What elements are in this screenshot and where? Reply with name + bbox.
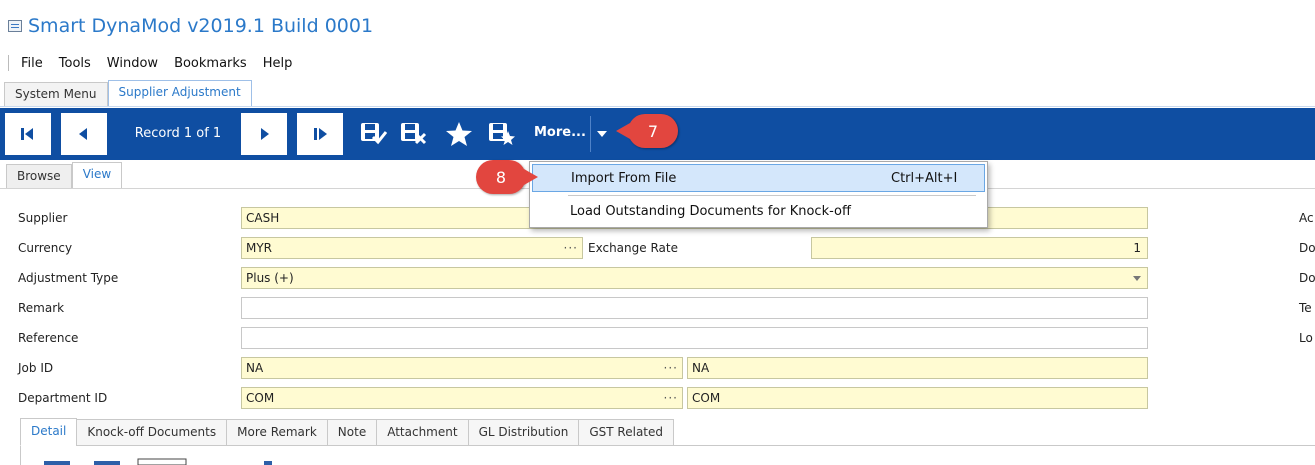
tab-browse[interactable]: Browse bbox=[6, 164, 72, 188]
right-label-te: Te bbox=[1299, 301, 1312, 315]
previous-record-icon bbox=[79, 128, 87, 140]
main-tab-divider bbox=[0, 106, 1315, 107]
more-button[interactable]: More... bbox=[534, 125, 586, 140]
detail-tabs: Detail Knock-off Documents More Remark N… bbox=[20, 418, 675, 446]
callout-step-7: 7 bbox=[616, 114, 678, 148]
tab-note[interactable]: Note bbox=[326, 419, 378, 446]
department-id-field[interactable]: COM ··· bbox=[241, 387, 683, 409]
tab-more-remark[interactable]: More Remark bbox=[226, 419, 328, 446]
more-dropdown-button[interactable] bbox=[590, 116, 612, 152]
load-outstanding-documents-label: Load Outstanding Documents for Knock-off bbox=[570, 204, 851, 219]
job-id-lookup-button[interactable]: ··· bbox=[664, 358, 678, 378]
menu-file[interactable]: File bbox=[21, 56, 43, 71]
department-id-label: Department ID bbox=[18, 391, 108, 405]
tab-attachment[interactable]: Attachment bbox=[376, 419, 469, 446]
previous-record-button[interactable] bbox=[60, 112, 108, 156]
remark-label: Remark bbox=[18, 301, 65, 315]
app-window: Smart DynaMod v2019.1 Build 0001 File To… bbox=[0, 0, 1315, 465]
exchange-rate-field[interactable]: 1 bbox=[811, 237, 1148, 259]
currency-field[interactable]: MYR ··· bbox=[241, 237, 583, 259]
first-record-icon bbox=[21, 128, 33, 140]
import-from-file-label: Import From File bbox=[571, 171, 677, 186]
department-id-lookup-button[interactable]: ··· bbox=[664, 388, 678, 408]
bookmark-button[interactable] bbox=[444, 120, 474, 148]
view-tabs: Browse View bbox=[6, 162, 123, 188]
reference-field[interactable] bbox=[241, 327, 1148, 349]
right-label-lo: Lo bbox=[1299, 331, 1313, 345]
supplier-value: CASH bbox=[246, 211, 280, 225]
last-record-button[interactable] bbox=[296, 112, 344, 156]
menu-window[interactable]: Window bbox=[107, 56, 158, 71]
job-id-field[interactable]: NA ··· bbox=[241, 357, 683, 379]
bookmark-save-icon bbox=[489, 123, 515, 145]
reference-label: Reference bbox=[18, 331, 79, 345]
tab-gst-related[interactable]: GST Related bbox=[578, 419, 675, 446]
record-indicator: Record 1 of 1 bbox=[134, 126, 222, 141]
job-id-label: Job ID bbox=[18, 361, 54, 375]
exchange-rate-value: 1 bbox=[1133, 241, 1141, 255]
menu-help[interactable]: Help bbox=[263, 56, 293, 71]
tab-system-menu[interactable]: System Menu bbox=[4, 82, 108, 106]
adjustment-type-select[interactable]: Plus (+) bbox=[241, 267, 1148, 289]
job-id-value: NA bbox=[246, 361, 264, 375]
remark-field[interactable] bbox=[241, 297, 1148, 319]
save-icon bbox=[361, 123, 387, 145]
bookmark-save-button[interactable] bbox=[486, 120, 516, 148]
department-id-description: COM bbox=[692, 391, 721, 405]
adjustment-type-value: Plus (+) bbox=[246, 271, 294, 285]
first-record-button[interactable] bbox=[4, 112, 52, 156]
adjustment-type-label: Adjustment Type bbox=[18, 271, 119, 285]
job-id-description-field[interactable]: NA bbox=[687, 357, 1148, 379]
next-record-button[interactable] bbox=[240, 112, 288, 156]
department-id-value: COM bbox=[246, 391, 275, 405]
menu-separator bbox=[568, 195, 976, 196]
menu-tools[interactable]: Tools bbox=[59, 56, 91, 71]
currency-value: MYR bbox=[246, 241, 273, 255]
window-title: Smart DynaMod v2019.1 Build 0001 bbox=[28, 15, 374, 37]
exchange-rate-label: Exchange Rate bbox=[588, 241, 678, 255]
supplier-label: Supplier bbox=[18, 211, 68, 225]
menu-item-load-outstanding-documents[interactable]: Load Outstanding Documents for Knock-off bbox=[532, 198, 985, 226]
job-id-description: NA bbox=[692, 361, 710, 375]
callout-step-8: 8 bbox=[476, 160, 538, 194]
tab-view[interactable]: View bbox=[71, 162, 123, 188]
department-id-description-field[interactable]: COM bbox=[687, 387, 1148, 409]
detail-toolbar-strip bbox=[44, 458, 272, 465]
tab-gl-distribution[interactable]: GL Distribution bbox=[467, 419, 580, 446]
save-close-icon bbox=[401, 123, 427, 145]
last-record-icon bbox=[314, 128, 327, 140]
bookmark-star-icon bbox=[446, 122, 472, 146]
menu-bookmarks[interactable]: Bookmarks bbox=[174, 56, 247, 71]
menu-bar: File Tools Window Bookmarks Help bbox=[0, 52, 308, 74]
menu-item-import-from-file[interactable]: Import From File Ctrl+Alt+I bbox=[532, 164, 985, 192]
more-dropdown-menu: Import From File Ctrl+Alt+I Load Outstan… bbox=[529, 161, 988, 228]
menu-grip bbox=[8, 55, 9, 71]
right-label-ac: Ac bbox=[1299, 211, 1314, 225]
title-bar: Smart DynaMod v2019.1 Build 0001 bbox=[8, 13, 373, 39]
save-close-button[interactable] bbox=[398, 120, 428, 148]
chevron-down-icon bbox=[1133, 276, 1141, 281]
right-label-do-2: Do bbox=[1299, 271, 1315, 285]
app-logo-icon bbox=[8, 20, 22, 32]
import-from-file-shortcut: Ctrl+Alt+I bbox=[891, 171, 958, 186]
save-button[interactable] bbox=[358, 120, 388, 148]
main-tabs: System Menu Supplier Adjustment bbox=[4, 80, 252, 106]
currency-label: Currency bbox=[18, 241, 73, 255]
right-label-do-1: Do bbox=[1299, 241, 1315, 255]
next-record-icon bbox=[261, 128, 269, 140]
tab-knock-off-documents[interactable]: Knock-off Documents bbox=[76, 419, 228, 446]
currency-lookup-button[interactable]: ··· bbox=[564, 238, 578, 258]
tab-supplier-adjustment[interactable]: Supplier Adjustment bbox=[107, 80, 252, 106]
tab-detail[interactable]: Detail bbox=[20, 418, 78, 446]
